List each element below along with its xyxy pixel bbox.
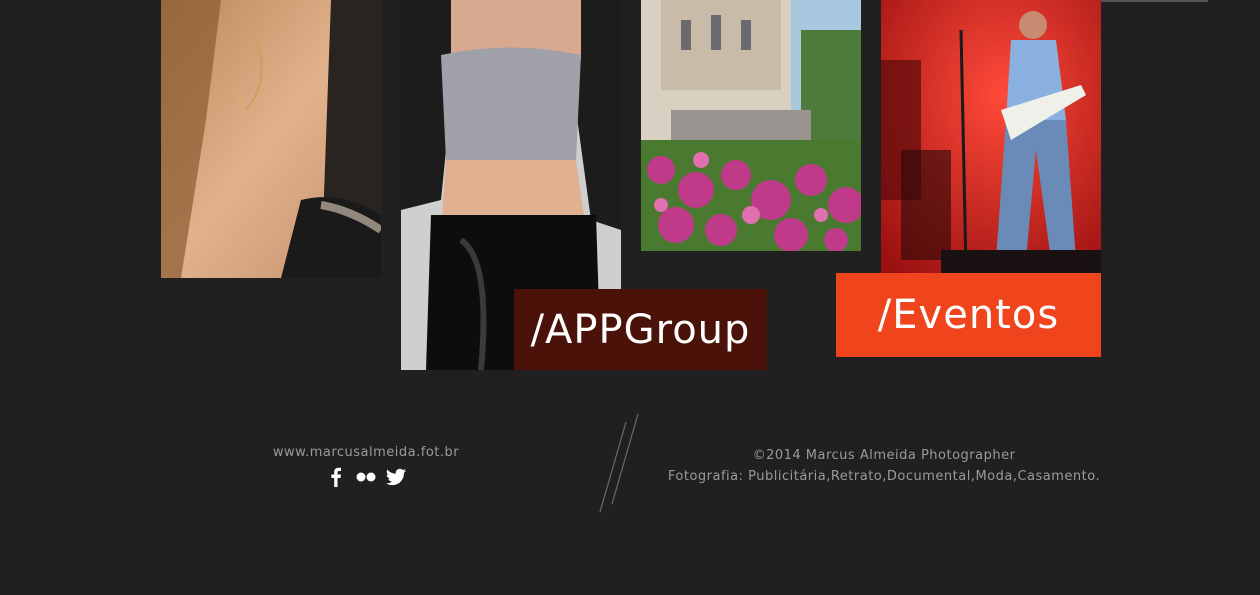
footer-divider: [599, 413, 639, 513]
footer-right: ©2014 Marcus Almeida Photographer Fotogr…: [640, 445, 1128, 487]
facebook-icon[interactable]: [325, 466, 347, 488]
gallery-photo-church[interactable]: [641, 0, 861, 251]
gallery-photo-necklace[interactable]: [161, 0, 381, 278]
website-link[interactable]: www.marcusalmeida.fot.br: [246, 445, 486, 460]
gallery-photo-concert[interactable]: [881, 0, 1101, 273]
eventos-label: /Eventos: [877, 292, 1060, 338]
footer-left: www.marcusalmeida.fot.br: [246, 445, 486, 488]
copyright-text: ©2014 Marcus Almeida Photographer: [752, 448, 1016, 463]
services-text: Fotografia: Publicitária,Retrato,Documen…: [667, 469, 1101, 484]
appgroup-link-button[interactable]: /APPGroup: [514, 289, 767, 370]
twitter-icon[interactable]: [385, 466, 407, 488]
social-icons: [246, 466, 486, 488]
top-divider-line: [1100, 0, 1208, 2]
flickr-icon[interactable]: [355, 466, 377, 488]
appgroup-label: /APPGroup: [530, 306, 751, 353]
eventos-link-button[interactable]: /Eventos: [836, 273, 1101, 357]
